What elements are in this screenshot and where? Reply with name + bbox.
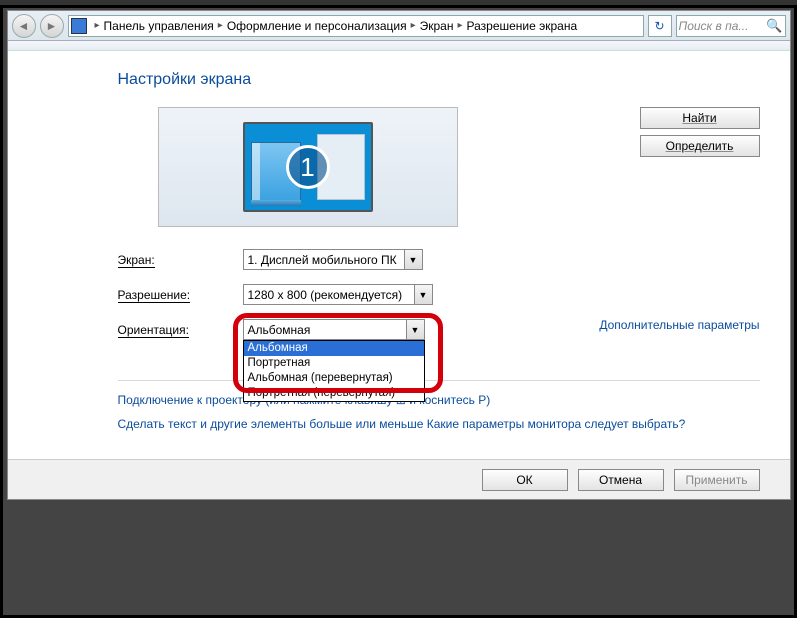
chevron-right-icon: ▸ (453, 20, 466, 31)
chevron-right-icon: ▸ (214, 20, 227, 31)
search-input[interactable]: Поиск в па... 🔍 (676, 15, 786, 37)
display-label: Экран: (118, 253, 243, 267)
search-icon[interactable]: 🔍 (767, 18, 783, 34)
display-combo[interactable]: 1. Дисплей мобильного ПК ▼ (243, 249, 423, 270)
which-monitor-link[interactable]: Какие параметры монитора следует выбрать… (427, 417, 686, 431)
forward-button[interactable]: ► (40, 14, 64, 38)
separator (118, 380, 760, 381)
chevron-down-icon[interactable]: ▼ (404, 250, 422, 269)
orientation-option[interactable]: Альбомная (перевернутая) (244, 371, 424, 386)
text-size-link[interactable]: Сделать текст и другие элементы больше и… (118, 417, 424, 431)
chevron-down-icon[interactable]: ▼ (406, 320, 424, 339)
navbar: ◄ ► ▸ Панель управления ▸ Оформление и п… (8, 11, 790, 41)
monitor-thumbnail[interactable]: 1 (243, 122, 373, 212)
back-button[interactable]: ◄ (12, 14, 36, 38)
orientation-option[interactable]: Портретная (перевернутая) (244, 386, 424, 401)
resolution-label: Разрешение: (118, 288, 243, 302)
sub-toolbar (8, 41, 790, 51)
refresh-button[interactable]: ↻ (648, 15, 672, 37)
orientation-option[interactable]: Портретная (244, 356, 424, 371)
advanced-settings-link[interactable]: Дополнительные параметры (599, 318, 759, 332)
page-title: Настройки экрана (118, 71, 760, 89)
resolution-value: 1280 x 800 (рекомендуется) (248, 288, 403, 302)
detect-button[interactable]: Найти (640, 107, 760, 129)
breadcrumb-item[interactable]: Разрешение экрана (467, 19, 578, 33)
orientation-label: Ориентация: (118, 323, 243, 337)
resolution-combo[interactable]: 1280 x 800 (рекомендуется) ▼ (243, 284, 433, 305)
breadcrumb-item[interactable]: Панель управления (104, 19, 214, 33)
breadcrumb-item[interactable]: Экран (420, 19, 454, 33)
identify-button[interactable]: Определить (640, 135, 760, 157)
control-panel-icon (71, 18, 87, 34)
orientation-combo[interactable]: Альбомная ▼ (243, 319, 425, 340)
display-value: 1. Дисплей мобильного ПК (248, 253, 397, 267)
breadcrumb[interactable]: ▸ Панель управления ▸ Оформление и персо… (68, 15, 644, 37)
display-preview[interactable]: 1 (158, 107, 458, 227)
orientation-dropdown[interactable]: Альбомная Портретная Альбомная (переверн… (243, 340, 425, 402)
breadcrumb-item[interactable]: Оформление и персонализация (227, 19, 407, 33)
ok-button[interactable]: ОК (482, 469, 568, 491)
orientation-option[interactable]: Альбомная (244, 341, 424, 356)
chevron-down-icon[interactable]: ▼ (414, 285, 432, 304)
monitor-number: 1 (286, 145, 330, 189)
apply-button[interactable]: Применить (674, 469, 760, 491)
content-area: Настройки экрана 1 Найти Определить Экра (8, 51, 790, 459)
orientation-value: Альбомная (248, 323, 311, 337)
chevron-right-icon: ▸ (407, 20, 420, 31)
chevron-right-icon: ▸ (91, 20, 104, 31)
search-placeholder: Поиск в па... (679, 19, 767, 33)
cancel-button[interactable]: Отмена (578, 469, 664, 491)
dialog-footer: ОК Отмена Применить (8, 459, 790, 499)
screen-resolution-window: ◄ ► ▸ Панель управления ▸ Оформление и п… (7, 10, 791, 500)
